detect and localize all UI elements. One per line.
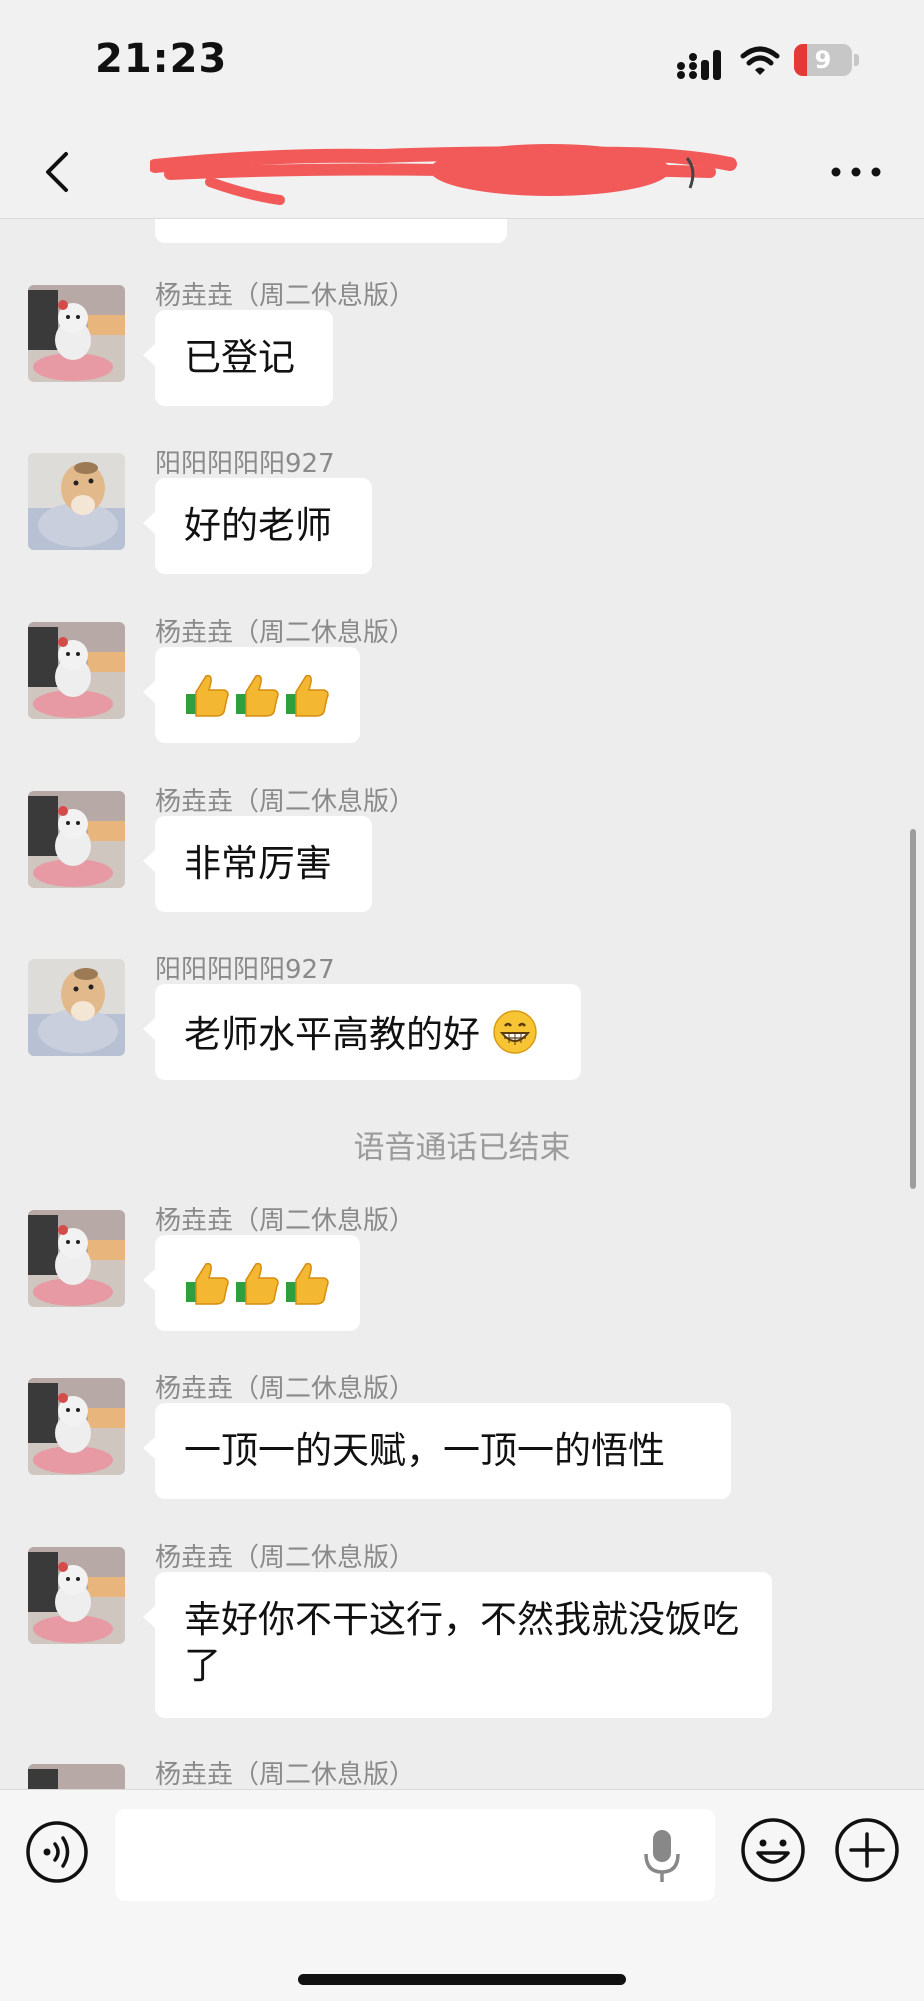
avatar-sender-a[interactable] <box>28 1378 125 1475</box>
sender-name: 杨垚垚（周二休息版） <box>155 618 416 648</box>
message-bubble[interactable]: 一顶一的天赋，一顶一的悟性 <box>143 1403 731 1499</box>
message-bubble[interactable]: 老师水平高教的好 <box>143 984 581 1080</box>
message-bubble[interactable]: 幸好你不干这行，不然我就没饭吃了 <box>143 1572 772 1718</box>
message-bubble[interactable]: 👍👍👍 <box>143 647 360 743</box>
mic-icon[interactable] <box>640 1826 684 1886</box>
status-time: 21:23 <box>95 36 228 82</box>
plus-icon[interactable] <box>834 1817 900 1883</box>
message-text: 已登记 <box>184 336 295 379</box>
message-text: 一顶一的天赋，一顶一的悟性 <box>184 1429 665 1472</box>
avatar-sender-a[interactable] <box>28 1210 125 1307</box>
avatar-sender-a[interactable] <box>28 285 125 382</box>
home-indicator[interactable] <box>298 1974 626 1985</box>
chat-message-list[interactable]: 杨垚垚（周二休息版） 已登记 阳阳阳阳阳927 好的老师 杨垚垚（周二休息版） … <box>0 219 924 1789</box>
sender-name: 杨垚垚（周二休息版） <box>155 1760 416 1789</box>
sender-name: 杨垚垚（周二休息版） <box>155 1374 416 1404</box>
status-bar: 21:23 9 <box>0 0 924 130</box>
message-bubble-partial <box>155 219 507 243</box>
message-text: 老师水平高教的好 <box>184 1013 480 1056</box>
message-bubble[interactable]: 已登记 <box>143 310 333 406</box>
more-dots-icon[interactable] <box>826 152 886 192</box>
grin-emoji-icon <box>493 1010 537 1054</box>
sender-name: 杨垚垚（周二休息版） <box>155 1206 416 1236</box>
thumbs-up-emoji-icon <box>186 1262 329 1305</box>
chat-title-redacted <box>150 138 740 208</box>
sender-name: 阳阳阳阳阳927 <box>155 955 335 985</box>
sender-name: 杨垚垚（周二休息版） <box>155 787 416 817</box>
message-bubble[interactable]: 非常厉害 <box>143 816 372 912</box>
message-bubble[interactable]: 好的老师 <box>143 478 372 574</box>
message-bubble[interactable]: 👍👍👍 <box>143 1235 360 1331</box>
avatar-sender-a[interactable] <box>28 1764 125 1789</box>
battery-icon: 9 <box>794 44 860 78</box>
avatar-sender-b[interactable] <box>28 453 125 550</box>
system-note: 语音通话已结束 <box>353 1130 571 1166</box>
chat-header <box>0 130 924 219</box>
battery-level: 9 <box>814 46 832 74</box>
avatar-sender-a[interactable] <box>28 1547 125 1644</box>
scrollbar[interactable] <box>910 829 916 1189</box>
emoji-icon[interactable] <box>740 1817 806 1883</box>
chevron-left-icon[interactable] <box>30 142 90 202</box>
cellular-signal-icon <box>677 50 721 80</box>
avatar-sender-a[interactable] <box>28 622 125 719</box>
message-input[interactable] <box>115 1809 715 1901</box>
message-text: 非常厉害 <box>184 842 332 885</box>
chat-input-bar <box>0 1789 924 2001</box>
thumbs-up-emoji-icon <box>186 674 329 717</box>
message-text: 幸好你不干这行，不然我就没饭吃了 <box>184 1598 739 1687</box>
avatar-sender-a[interactable] <box>28 791 125 888</box>
wifi-icon <box>740 46 780 75</box>
sender-name: 杨垚垚（周二休息版） <box>155 281 416 311</box>
voice-icon[interactable] <box>25 1820 89 1884</box>
sender-name: 杨垚垚（周二休息版） <box>155 1543 416 1573</box>
message-text: 好的老师 <box>184 504 332 547</box>
sender-name: 阳阳阳阳阳927 <box>155 449 335 479</box>
avatar-sender-b[interactable] <box>28 959 125 1056</box>
